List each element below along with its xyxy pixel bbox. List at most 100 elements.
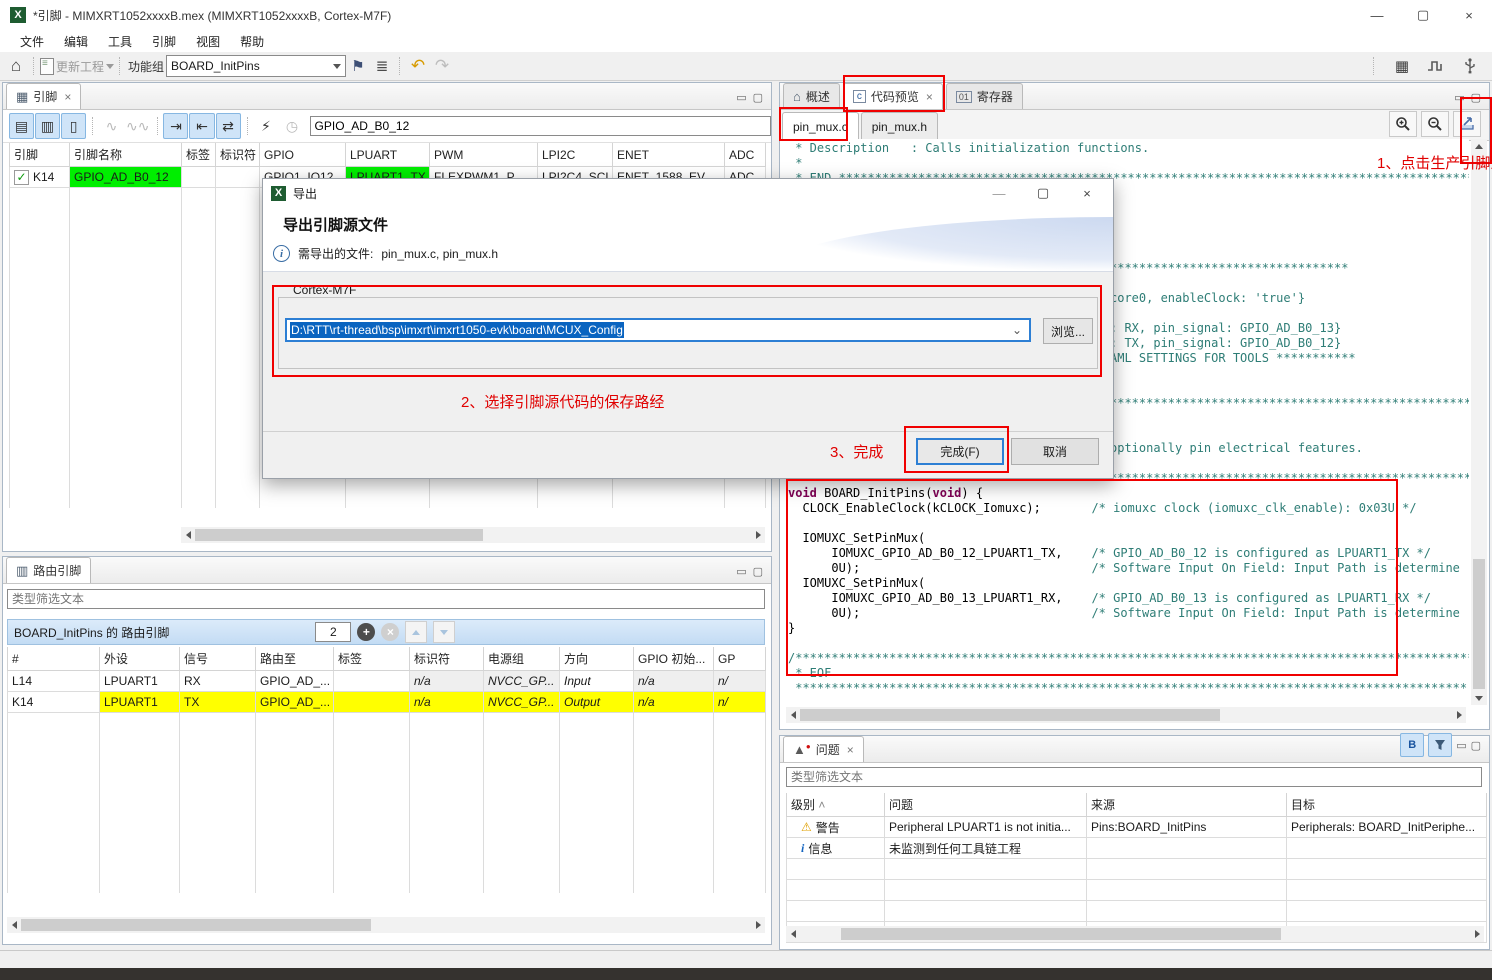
add-route-button[interactable]: + — [357, 623, 375, 641]
routed-column-header[interactable]: 标签 — [334, 647, 410, 671]
tab-pins[interactable]: ▦ 引脚 × — [6, 83, 81, 109]
pin-input-filter-icon[interactable]: ⇥ — [163, 113, 188, 139]
package-top-view-icon[interactable]: ▥ — [35, 113, 60, 139]
menu-文件[interactable]: 文件 — [10, 31, 54, 52]
file-tab-pin-mux-h[interactable]: pin_mux.h — [861, 112, 938, 140]
pins-column-header[interactable]: 标签 — [182, 143, 216, 167]
chevron-down-icon[interactable]: ⌄ — [1012, 323, 1029, 337]
pins-hscrollbar[interactable] — [181, 527, 765, 543]
pins-column-header[interactable]: 引脚 — [10, 143, 70, 167]
dialog-minimize-button[interactable]: — — [977, 180, 1021, 206]
move-down-button[interactable] — [433, 621, 455, 643]
problems-column-header[interactable]: 来源 — [1087, 793, 1287, 817]
home-icon[interactable]: ⌂ — [4, 55, 28, 77]
routed-column-header[interactable]: GP — [714, 647, 766, 671]
update-project-icon[interactable] — [40, 58, 54, 75]
maximize-view-icon[interactable]: ▢ — [753, 565, 763, 578]
pins-column-header[interactable]: LPI2C — [538, 143, 613, 167]
pins-column-header[interactable]: PWM — [430, 143, 538, 167]
pin-bidir-filter-icon[interactable]: ⇄ — [216, 113, 241, 139]
menu-引脚[interactable]: 引脚 — [142, 31, 186, 52]
export-code-icon[interactable] — [1453, 111, 1481, 137]
routed-column-header[interactable]: 标识符 — [410, 647, 484, 671]
minimize-view-icon[interactable]: ▭ — [1454, 91, 1464, 104]
undo-icon[interactable]: ↶ — [406, 55, 430, 77]
cancel-button[interactable]: 取消 — [1011, 438, 1099, 465]
routed-column-header[interactable]: 外设 — [100, 647, 180, 671]
package-view-icon[interactable]: ▤ — [9, 113, 34, 139]
close-icon[interactable]: × — [64, 90, 71, 104]
code-vscrollbar[interactable] — [1471, 139, 1487, 705]
dialog-maximize-button[interactable]: ▢ — [1021, 180, 1065, 206]
functional-group-select[interactable]: BOARD_InitPins — [166, 55, 346, 77]
zoom-in-icon[interactable] — [1389, 111, 1417, 137]
maximize-button[interactable]: ▢ — [1400, 1, 1446, 30]
menu-视图[interactable]: 视图 — [186, 31, 230, 52]
minimize-view-icon[interactable]: ▭ — [736, 565, 746, 578]
tab-problems[interactable]: ▲● 问题 × — [783, 736, 864, 762]
routed-column-header[interactable]: 路由至 — [256, 647, 334, 671]
problems-column-header[interactable]: 级别 ˄ — [787, 793, 885, 817]
tab-registers[interactable]: 01 寄存器 — [946, 83, 1023, 109]
close-button[interactable]: × — [1446, 1, 1492, 30]
zoom-out-icon[interactable] — [1421, 111, 1449, 137]
maximize-view-icon[interactable]: ▢ — [1471, 739, 1481, 752]
minimize-view-icon[interactable]: ▭ — [1456, 739, 1466, 752]
problems-table-row[interactable]: i信息未监测到任何工具链工程 — [787, 838, 1487, 859]
move-up-button[interactable] — [405, 621, 427, 643]
redo-icon[interactable]: ↷ — [430, 55, 454, 77]
close-icon[interactable]: × — [847, 743, 854, 757]
problems-table-row[interactable]: ⚠警告Peripheral LPUART1 is not initia...Pi… — [787, 817, 1487, 838]
tab-routed-pins[interactable]: ▥ 路由引脚 — [6, 557, 91, 583]
export-path-combobox[interactable]: D:\RTT\rt-thread\bsp\imxrt\imxrt1050-evk… — [285, 318, 1031, 342]
pins-column-header[interactable]: ADC — [725, 143, 766, 167]
peripherals-usb-icon[interactable] — [1458, 55, 1482, 77]
routed-column-header[interactable]: 方向 — [560, 647, 634, 671]
problems-column-header[interactable]: 问题 — [885, 793, 1087, 817]
pins-column-header[interactable]: 标识符 — [216, 143, 260, 167]
close-icon[interactable]: × — [926, 90, 933, 104]
update-project-dropdown-icon[interactable] — [106, 64, 114, 69]
routed-hscrollbar[interactable] — [7, 917, 765, 933]
tab-code-preview[interactable]: c 代码预览 × — [843, 83, 943, 109]
power-flash-icon[interactable]: ⚡ — [253, 113, 278, 139]
delete-route-button[interactable]: × — [381, 623, 399, 641]
finish-button[interactable]: 完成(F) — [916, 438, 1004, 465]
routed-column-header[interactable]: GPIO 初始... — [634, 647, 714, 671]
package-outline-view-icon[interactable]: ▯ — [61, 113, 86, 139]
routed-column-header[interactable]: 信号 — [180, 647, 256, 671]
routed-column-header[interactable]: # — [8, 647, 100, 671]
minimize-view-icon[interactable]: ▭ — [736, 91, 746, 104]
filter-funnel-icon[interactable] — [1428, 733, 1452, 757]
update-project-label[interactable]: 更新工程 — [56, 58, 104, 75]
wave-filter2-icon[interactable]: ∿∿ — [125, 113, 150, 139]
wave-filter-icon[interactable]: ∿ — [99, 113, 124, 139]
maximize-view-icon[interactable]: ▢ — [1471, 91, 1481, 104]
menu-编辑[interactable]: 编辑 — [54, 31, 98, 52]
routed-filter-input[interactable] — [7, 589, 765, 609]
browse-button[interactable]: 浏览... — [1043, 318, 1093, 344]
problems-hscrollbar[interactable] — [786, 926, 1484, 942]
bold-filter-icon[interactable]: B — [1400, 733, 1424, 757]
tab-overview[interactable]: ⌂ 概述 — [783, 83, 840, 109]
pins-column-header[interactable]: 引脚名称 — [70, 143, 182, 167]
menu-工具[interactable]: 工具 — [98, 31, 142, 52]
pins-perspective-icon[interactable]: ▦ — [1390, 55, 1414, 77]
flag-icon[interactable]: ⚑ — [346, 55, 370, 77]
clocks-perspective-icon[interactable] — [1424, 55, 1448, 77]
file-tab-pin-mux-c[interactable]: pin_mux.c — [782, 112, 859, 140]
problems-column-header[interactable]: 目标 — [1287, 793, 1487, 817]
dialog-close-button[interactable]: × — [1065, 180, 1109, 206]
maximize-view-icon[interactable]: ▢ — [753, 91, 763, 104]
problems-filter-input[interactable] — [786, 767, 1482, 787]
notes-icon[interactable]: ≣ — [370, 55, 394, 77]
routed-table-row[interactable]: L14LPUART1RXGPIO_AD_...n/aNVCC_GP...Inpu… — [8, 671, 766, 692]
routed-column-header[interactable]: 电源组 — [484, 647, 560, 671]
code-hscrollbar[interactable] — [786, 707, 1466, 723]
pins-column-header[interactable]: GPIO — [260, 143, 346, 167]
clock-icon[interactable]: ◷ — [279, 113, 304, 139]
pins-column-header[interactable]: ENET — [613, 143, 725, 167]
pins-column-header[interactable]: LPUART — [346, 143, 430, 167]
minimize-button[interactable]: — — [1354, 1, 1400, 30]
pins-filter-input[interactable] — [310, 116, 771, 136]
